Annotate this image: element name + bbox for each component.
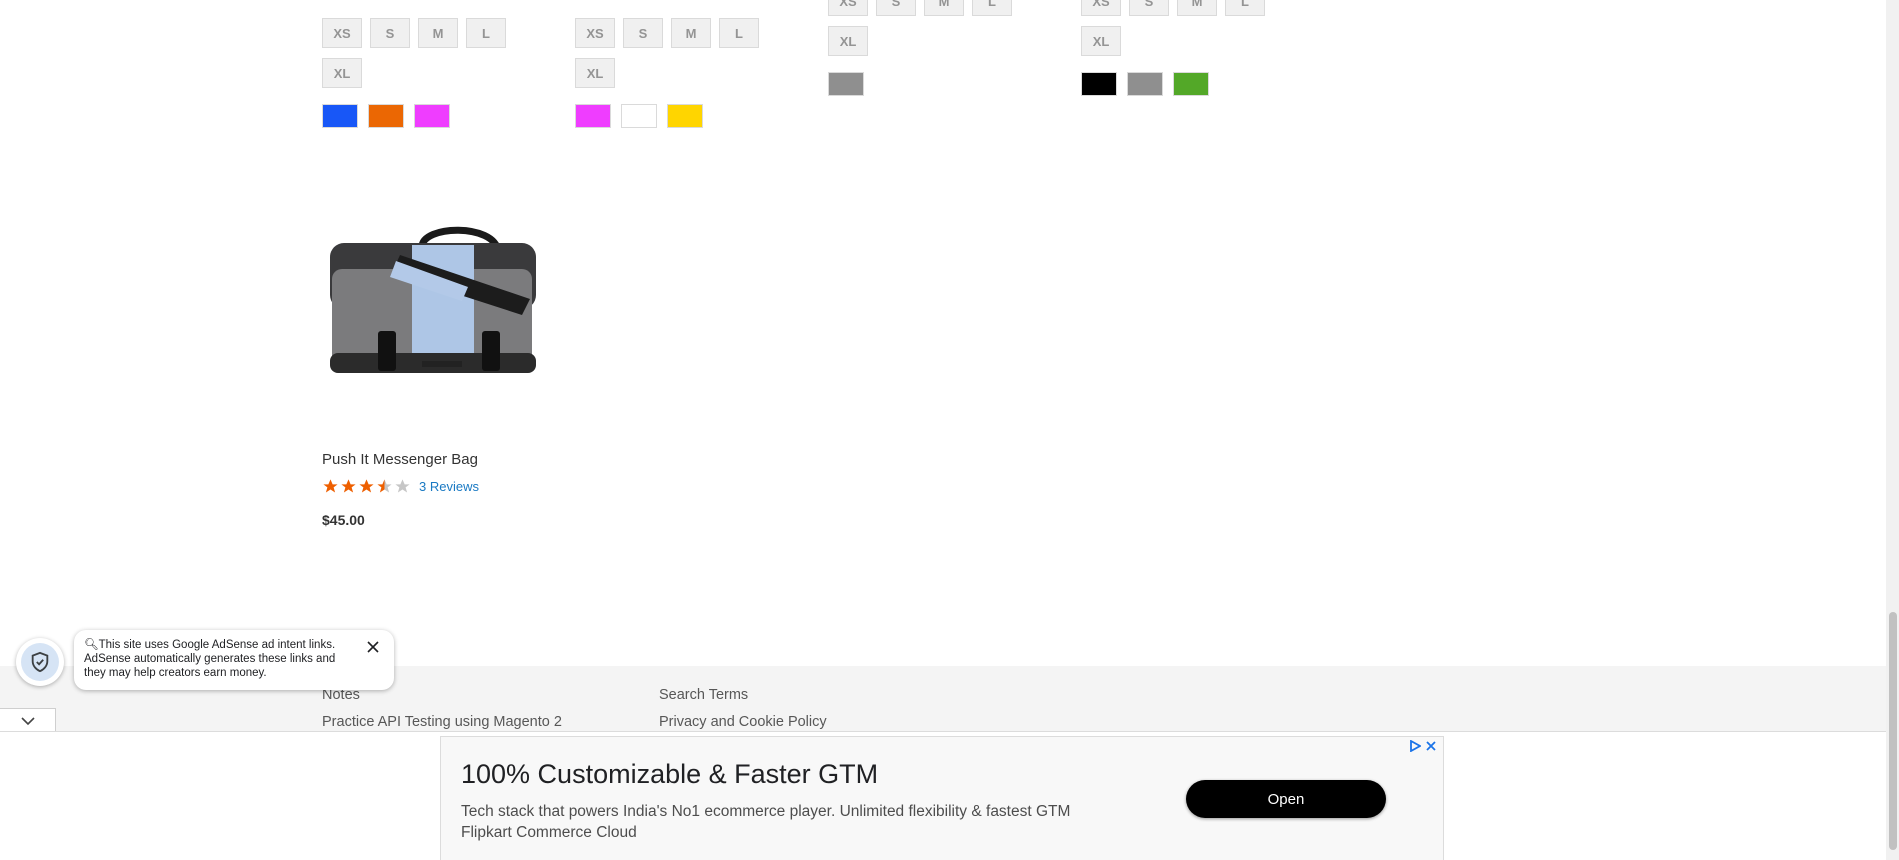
size-swatch-l[interactable]: L: [1225, 0, 1265, 16]
adsense-notice-text: This site uses Google AdSense ad intent …: [84, 639, 336, 679]
size-swatch-m[interactable]: M: [1177, 0, 1217, 16]
color-swatch-white[interactable]: [621, 104, 657, 128]
star-icon: [323, 479, 338, 493]
adchoices-icon[interactable]: [1409, 740, 1421, 752]
star-empty-icon: [395, 479, 410, 493]
collapse-ad-button[interactable]: [0, 708, 56, 732]
star-icon: [359, 479, 374, 493]
size-options: XS S M L XL: [575, 18, 775, 88]
close-icon[interactable]: [1425, 740, 1437, 752]
ad-advertiser: Flipkart Commerce Cloud: [461, 824, 637, 841]
product-card-messenger-bag: [322, 203, 552, 393]
footer-link-api-testing[interactable]: Practice API Testing using Magento 2: [322, 714, 562, 730]
color-swatch-blue[interactable]: [322, 104, 358, 128]
product-image[interactable]: [322, 203, 544, 393]
size-swatch-l[interactable]: L: [972, 0, 1012, 16]
size-options: XS S M L XL: [1081, 0, 1281, 56]
reviews-link[interactable]: 3 Reviews: [419, 479, 479, 494]
size-swatch-s[interactable]: S: [876, 0, 916, 16]
product-swatches-2: XS S M L XL: [575, 18, 815, 128]
footer-link-privacy-policy[interactable]: Privacy and Cookie Policy: [659, 714, 827, 730]
color-swatch-gray[interactable]: [828, 72, 864, 96]
color-swatch-gray[interactable]: [1127, 72, 1163, 96]
size-swatch-l[interactable]: L: [719, 18, 759, 48]
size-swatch-xs[interactable]: XS: [828, 0, 868, 16]
ad-headline[interactable]: 100% Customizable & Faster GTM: [461, 759, 878, 790]
size-swatch-m[interactable]: M: [671, 18, 711, 48]
product-swatches-1: XS S M L XL: [322, 18, 562, 128]
color-swatch-yellow[interactable]: [667, 104, 703, 128]
color-swatch-purple[interactable]: [575, 104, 611, 128]
shield-check-icon: [31, 651, 49, 673]
color-swatch-green[interactable]: [1173, 72, 1209, 96]
close-icon[interactable]: [366, 640, 380, 654]
product-name-link[interactable]: Push It Messenger Bag: [322, 451, 478, 468]
size-swatch-xs[interactable]: XS: [322, 18, 362, 48]
color-swatch-orange[interactable]: [368, 104, 404, 128]
size-swatch-s[interactable]: S: [623, 18, 663, 48]
size-swatch-xl[interactable]: XL: [322, 58, 362, 88]
rating-stars: [322, 478, 411, 495]
color-options: [1081, 72, 1321, 96]
size-options: XS S M L XL: [828, 0, 1028, 56]
ad-choices: [1409, 740, 1437, 752]
adsense-shield-button[interactable]: [16, 638, 64, 686]
ad-creative[interactable]: 100% Customizable & Faster GTM Tech stac…: [440, 736, 1444, 860]
anchor-ad: 100% Customizable & Faster GTM Tech stac…: [0, 731, 1886, 860]
ad-description-line: Tech stack that powers India's No1 ecomm…: [461, 803, 1071, 820]
size-swatch-l[interactable]: L: [466, 18, 506, 48]
chevron-down-icon: [20, 716, 35, 725]
star-half-icon: [377, 479, 392, 493]
ad-open-button[interactable]: Open: [1186, 780, 1386, 818]
size-swatch-m[interactable]: M: [924, 0, 964, 16]
color-options: [322, 104, 562, 128]
product-swatches-3: XS S M L XL: [828, 0, 1068, 96]
page-scrollbar[interactable]: [1886, 0, 1899, 860]
size-swatch-s[interactable]: S: [1129, 0, 1169, 16]
footer-link-search-terms[interactable]: Search Terms: [659, 687, 748, 703]
size-swatch-m[interactable]: M: [418, 18, 458, 48]
color-options: [828, 72, 1068, 96]
color-swatch-black[interactable]: [1081, 72, 1117, 96]
product-price: $45.00: [322, 512, 365, 528]
product-rating: 3 Reviews: [322, 478, 479, 495]
size-options: XS S M L XL: [322, 18, 522, 88]
product-swatches-4: XS S M L XL: [1081, 0, 1321, 96]
size-swatch-xl[interactable]: XL: [1081, 26, 1121, 56]
size-swatch-xl[interactable]: XL: [828, 26, 868, 56]
color-swatch-purple[interactable]: [414, 104, 450, 128]
size-swatch-xs[interactable]: XS: [575, 18, 615, 48]
size-swatch-xs[interactable]: XS: [1081, 0, 1121, 16]
star-icon: [341, 479, 356, 493]
size-swatch-xl[interactable]: XL: [575, 58, 615, 88]
size-swatch-s[interactable]: S: [370, 18, 410, 48]
adsense-info-tooltip: 🔍︎This site uses Google AdSense ad inten…: [74, 630, 394, 690]
shield-icon-container: [21, 643, 59, 681]
search-icon: 🔍︎: [84, 639, 99, 651]
ad-description: Tech stack that powers India's No1 ecomm…: [461, 801, 1161, 843]
scrollbar-thumb[interactable]: [1889, 612, 1897, 850]
color-options: [575, 104, 815, 128]
